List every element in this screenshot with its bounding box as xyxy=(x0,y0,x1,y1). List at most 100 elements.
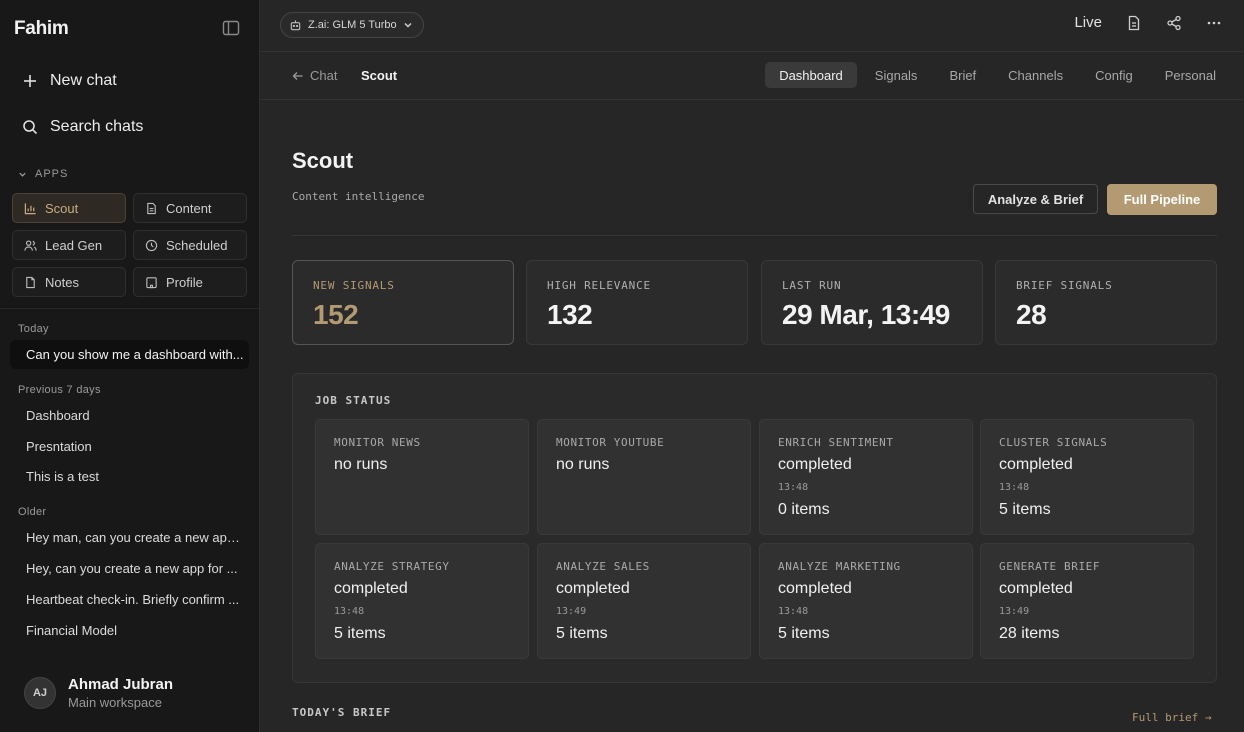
job-card-cluster-signals[interactable]: CLUSTER SIGNALS completed 13:48 5 items xyxy=(980,419,1194,535)
full-brief-link[interactable]: Full brief → xyxy=(1132,711,1211,724)
job-name: ENRICH SENTIMENT xyxy=(778,436,894,449)
job-card-monitor-youtube[interactable]: MONITOR YOUTUBE no runs xyxy=(537,419,751,535)
job-card-monitor-news[interactable]: MONITOR NEWS no runs xyxy=(315,419,529,535)
app-profile[interactable]: Profile xyxy=(133,267,247,297)
page-subtitle: Content intelligence xyxy=(292,190,425,203)
file-icon xyxy=(26,276,35,288)
plus-icon xyxy=(24,75,36,87)
users-icon xyxy=(24,239,37,251)
app-scheduled-label: Scheduled xyxy=(166,237,228,253)
job-items: 0 items xyxy=(778,501,830,518)
model-name: Z.ai: GLM 5 Turbo xyxy=(308,19,397,31)
model-selector[interactable]: Z.ai: GLM 5 Turbo xyxy=(280,12,424,38)
user-profile[interactable]: AJ Ahmad Jubran Main workspace xyxy=(24,676,173,710)
chat-item[interactable]: Hey man, can you create a new app... xyxy=(26,530,240,545)
stat-new-signals[interactable]: NEW SIGNALS 152 xyxy=(292,260,514,345)
analyze-brief-button[interactable]: Analyze & Brief xyxy=(973,184,1098,214)
search-chats-button[interactable]: Search chats xyxy=(22,118,143,136)
job-name: MONITOR YOUTUBE xyxy=(556,436,665,449)
job-status-panel: JOB STATUS MONITOR NEWS no runs MONITOR … xyxy=(292,373,1217,683)
job-items: 5 items xyxy=(556,625,608,642)
job-time: 13:48 xyxy=(334,606,365,617)
search-chats-label: Search chats xyxy=(50,118,144,135)
job-status: completed xyxy=(778,456,852,473)
job-status: completed xyxy=(778,580,852,597)
tab-config[interactable]: Config xyxy=(1081,62,1147,88)
stat-label: LAST RUN xyxy=(782,279,842,292)
job-card-analyze-marketing[interactable]: ANALYZE MARKETING completed 13:48 5 item… xyxy=(759,543,973,659)
tab-personal[interactable]: Personal xyxy=(1151,62,1216,88)
tab-dashboard[interactable]: Dashboard xyxy=(765,62,857,88)
job-time: 13:49 xyxy=(999,606,1030,617)
back-to-chat-link[interactable]: Chat xyxy=(292,68,337,83)
tab-channels[interactable]: Channels xyxy=(994,62,1077,88)
stat-label: NEW SIGNALS xyxy=(313,279,395,292)
chat-item[interactable]: This is a test xyxy=(26,469,240,484)
stat-last-run[interactable]: LAST RUN 29 Mar, 13:49 xyxy=(761,260,983,345)
job-name: ANALYZE MARKETING xyxy=(778,560,901,573)
bar-chart-icon xyxy=(24,202,36,214)
app-content-label: Content xyxy=(166,200,212,216)
job-card-generate-brief[interactable]: GENERATE BRIEF completed 13:49 28 items xyxy=(980,543,1194,659)
chat-item[interactable]: Financial Model xyxy=(26,623,240,638)
app-lead-gen-label: Lead Gen xyxy=(45,237,103,253)
new-chat-button[interactable]: New chat xyxy=(22,72,117,90)
apps-section-toggle[interactable]: APPS xyxy=(18,168,68,180)
job-status: completed xyxy=(999,456,1073,473)
chat-item[interactable]: Dashboard xyxy=(26,408,240,423)
chat-item[interactable]: Presntation xyxy=(26,439,240,454)
section-older: Older xyxy=(18,506,47,518)
stat-high-relevance[interactable]: HIGH RELEVANCE 132 xyxy=(526,260,748,345)
job-items: 5 items xyxy=(334,625,386,642)
job-status: no runs xyxy=(556,456,610,473)
job-status: no runs xyxy=(334,456,388,473)
chat-item[interactable]: Heartbeat check-in. Briefly confirm ... xyxy=(26,592,240,607)
main-content: Scout Content intelligence Analyze & Bri… xyxy=(260,100,1244,732)
document-icon xyxy=(147,202,156,214)
tab-signals[interactable]: Signals xyxy=(861,62,932,88)
chevron-down-icon xyxy=(404,23,412,28)
arrow-left-icon xyxy=(292,71,303,80)
sidebar-divider xyxy=(0,308,259,309)
job-name: MONITOR NEWS xyxy=(334,436,421,449)
stat-value: 29 Mar, 13:49 xyxy=(782,299,950,330)
top-bar: Z.ai: GLM 5 Turbo Live xyxy=(260,0,1244,52)
app-scout[interactable]: Scout xyxy=(12,193,126,223)
apps-label: APPS xyxy=(35,168,69,180)
stat-value: 152 xyxy=(313,299,359,330)
document-icon[interactable] xyxy=(1126,15,1142,31)
more-icon[interactable] xyxy=(1206,15,1222,31)
job-card-enrich-sentiment[interactable]: ENRICH SENTIMENT completed 13:48 0 items xyxy=(759,419,973,535)
full-pipeline-button[interactable]: Full Pipeline xyxy=(1107,184,1217,215)
sidebar-toggle-icon[interactable] xyxy=(222,20,240,36)
job-time: 13:49 xyxy=(556,606,587,617)
new-chat-label: New chat xyxy=(50,72,117,89)
live-button[interactable]: Live xyxy=(1074,14,1102,31)
tab-brief[interactable]: Brief xyxy=(935,62,990,88)
job-items: 5 items xyxy=(778,625,830,642)
stat-value: 28 xyxy=(1016,299,1047,330)
search-icon xyxy=(23,120,38,135)
back-label: Chat xyxy=(310,68,338,83)
share-icon[interactable] xyxy=(1166,15,1182,31)
sidebar: Fahim New chat Search chats APPS Scout C… xyxy=(0,0,260,732)
job-name: CLUSTER SIGNALS xyxy=(999,436,1108,449)
header-divider xyxy=(292,235,1217,236)
app-scheduled[interactable]: Scheduled xyxy=(133,230,247,260)
job-time: 13:48 xyxy=(778,606,809,617)
app-content[interactable]: Content xyxy=(133,193,247,223)
app-notes[interactable]: Notes xyxy=(12,267,126,297)
job-card-analyze-strategy[interactable]: ANALYZE STRATEGY completed 13:48 5 items xyxy=(315,543,529,659)
page-title: Scout xyxy=(292,148,354,173)
app-notes-label: Notes xyxy=(45,274,79,290)
chat-item[interactable]: Can you show me a dashboard with... xyxy=(10,340,249,369)
job-status: completed xyxy=(556,580,630,597)
job-items: 5 items xyxy=(999,501,1051,518)
stat-brief-signals[interactable]: BRIEF SIGNALS 28 xyxy=(995,260,1217,345)
robot-icon xyxy=(290,19,301,30)
tab-bar: Dashboard Signals Brief Channels Config … xyxy=(765,62,1216,88)
job-card-analyze-sales[interactable]: ANALYZE SALES completed 13:49 5 items xyxy=(537,543,751,659)
app-lead-gen[interactable]: Lead Gen xyxy=(12,230,126,260)
job-name: ANALYZE SALES xyxy=(556,560,650,573)
chat-item[interactable]: Hey, can you create a new app for ... xyxy=(26,561,240,576)
